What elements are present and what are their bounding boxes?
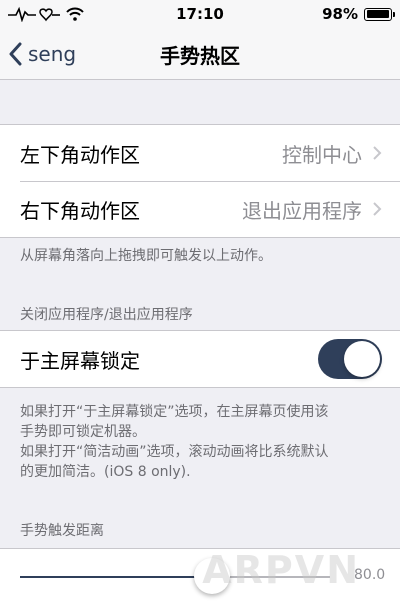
status-left: [8, 6, 84, 22]
distance-slider-row: 80.0: [0, 549, 400, 605]
corner-actions-group: 左下角动作区 控制中心 右下角动作区 退出应用程序: [0, 124, 400, 238]
slider-fill: [20, 576, 213, 578]
toggle-knob: [344, 341, 380, 377]
back-label: seng: [28, 42, 77, 66]
corner-row-label: 右下角动作区: [20, 198, 140, 223]
back-button[interactable]: seng: [8, 28, 76, 80]
distance-group: 80.0: [0, 548, 400, 608]
corner-row-value: 控制中心: [282, 142, 362, 167]
chevron-left-icon: [9, 42, 22, 66]
lock-row: 于主屏幕锁定: [0, 331, 400, 387]
chevron-right-icon: [373, 202, 382, 216]
corner-row-bottom-right[interactable]: 右下角动作区 退出应用程序: [0, 181, 400, 237]
lock-row-label: 于主屏幕锁定: [20, 348, 140, 373]
lock-group: 于主屏幕锁定: [0, 330, 400, 388]
chevron-right-icon: [373, 146, 382, 160]
status-right: 98%: [322, 5, 395, 23]
corner-row-value: 退出应用程序: [242, 198, 362, 223]
corner-row-label: 左下角动作区: [20, 142, 140, 167]
status-bar: 17:10 98%: [0, 0, 400, 28]
battery-fill: [366, 10, 390, 18]
footer-line: 如果打开“简洁动画”选项，滚动动画将比系统默认: [20, 444, 329, 460]
battery-percent: 98%: [322, 5, 358, 23]
corner-actions-footer: 从屏幕角落向上拖拽即可触发以上动作。: [20, 248, 272, 264]
footer-line: 的更加简洁。(iOS 8 only).: [20, 464, 191, 480]
distance-value: 80.0: [354, 567, 386, 583]
footer-line: 如果打开“于主屏幕锁定”选项，在主屏幕页使用该: [20, 404, 329, 420]
signal-heartbeat-icon: [8, 6, 60, 22]
slider-thumb[interactable]: [194, 558, 231, 594]
distance-slider[interactable]: [20, 558, 330, 594]
distance-header: 手势触发距离: [20, 523, 104, 539]
wifi-icon: [66, 7, 84, 21]
close-apps-footer: 如果打开“于主屏幕锁定”选项，在主屏幕页使用该 手势即可锁定机器。 如果打开“简…: [20, 402, 386, 482]
navigation-bar: seng 手势热区: [0, 28, 400, 80]
lock-toggle[interactable]: [318, 339, 382, 379]
corner-row-bottom-left[interactable]: 左下角动作区 控制中心: [0, 125, 400, 181]
battery-icon: [364, 7, 395, 21]
footer-line: 手势即可锁定机器。: [20, 424, 146, 440]
close-apps-header: 关闭应用程序/退出应用程序: [20, 307, 193, 323]
